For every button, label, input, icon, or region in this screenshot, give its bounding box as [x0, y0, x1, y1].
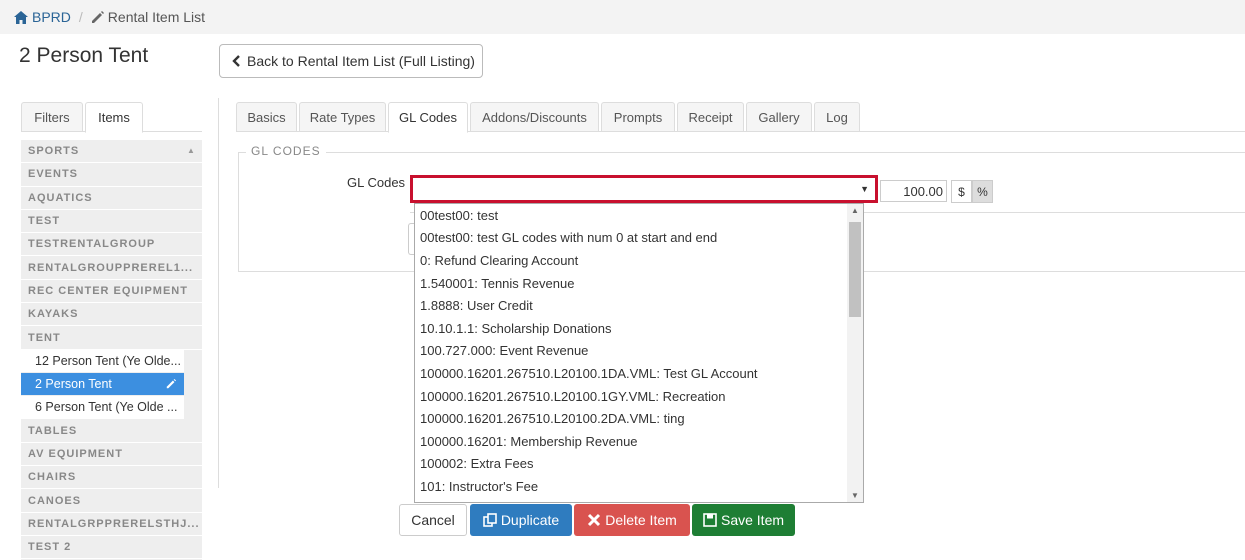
amount-input[interactable] [880, 180, 947, 202]
gl-code-dropdown[interactable]: 00test00: test 00test00: test GL codes w… [414, 203, 864, 503]
close-icon [587, 513, 601, 527]
breadcrumb-home-label: BPRD [32, 9, 71, 25]
copy-icon [483, 513, 497, 527]
gl-code-select[interactable]: ▼ [410, 175, 878, 203]
list-item-6-person-tent[interactable]: 6 Person Tent (Ye Olde ... [21, 396, 184, 420]
list-group-canoes[interactable]: CANOES [21, 489, 202, 513]
dropdown-scroll-thumb[interactable] [849, 222, 861, 317]
dropdown-option[interactable]: 1.8888: User Credit [415, 294, 863, 317]
breadcrumb: BPRD / Rental Item List [0, 0, 1245, 34]
list-group-kayaks[interactable]: KAYAKS [21, 303, 202, 327]
caret-down-icon: ▼ [860, 184, 869, 194]
list-group-rentalgroupprerel1[interactable]: RENTALGROUPPREREL1... [21, 256, 202, 280]
breadcrumb-current-label: Rental Item List [107, 9, 206, 25]
dropdown-option[interactable]: 100000.16201.267510.L20100.1DA.VML: Test… [415, 362, 863, 385]
dropdown-option[interactable]: 1.540001: Tennis Revenue [415, 272, 863, 295]
tab-filters[interactable]: Filters [21, 102, 83, 132]
dropdown-option[interactable]: 100000.16201: Membership Revenue [415, 430, 863, 453]
list-group-events[interactable]: EVENTS [21, 163, 202, 187]
tab-prompts[interactable]: Prompts [601, 102, 675, 132]
scroll-down-arrow-icon[interactable]: ▼ [851, 491, 859, 500]
list-group-rec-center-equipment[interactable]: REC CENTER EQUIPMENT [21, 280, 202, 304]
page-title: 2 Person Tent [19, 44, 149, 67]
list-item-2-person-tent[interactable]: 2 Person Tent [21, 372, 184, 397]
list-group-rentalgrpprerelsthj[interactable]: RENTALGRPPRERELSTHJ... [21, 513, 202, 537]
list-group-test-2[interactable]: TEST 2 [21, 536, 202, 560]
scroll-up-arrow-icon[interactable]: ▲ [851, 206, 859, 215]
breadcrumb-home-link[interactable]: BPRD [14, 9, 71, 25]
unit-dollar-button[interactable]: $ [951, 180, 972, 203]
dropdown-option[interactable]: 101: Instructor's Fee [415, 475, 863, 498]
section-legend: GL CODES [246, 144, 326, 158]
breadcrumb-separator: / [78, 9, 83, 25]
list-scroll-up-icon[interactable]: ▲ [187, 146, 195, 155]
list-item-12-person-tent[interactable]: 12 Person Tent (Ye Olde... [21, 349, 184, 373]
breadcrumb-current: Rental Item List [91, 9, 205, 25]
list-group-chairs[interactable]: CHAIRS [21, 466, 202, 490]
list-group-testrentalgroup[interactable]: TESTRENTALGROUP [21, 233, 202, 257]
pencil-icon [91, 10, 104, 24]
left-panel-tabs: Filters Items [21, 102, 202, 133]
dropdown-option[interactable]: 00test00: test [415, 204, 863, 227]
chevron-left-icon [232, 55, 241, 67]
dropdown-option[interactable]: 100.727.000: Event Revenue [415, 340, 863, 363]
tab-addons-discounts[interactable]: Addons/Discounts [470, 102, 599, 132]
tab-rate-types[interactable]: Rate Types [299, 102, 386, 132]
back-to-list-button[interactable]: Back to Rental Item List (Full Listing) [219, 44, 483, 78]
gl-codes-label: GL Codes [347, 175, 406, 190]
home-icon [14, 10, 28, 24]
dropdown-option[interactable]: 00test00: test GL codes with num 0 at st… [415, 227, 863, 250]
tab-gl-codes[interactable]: GL Codes [388, 102, 468, 133]
tab-gallery[interactable]: Gallery [746, 102, 812, 132]
list-group-aquatics[interactable]: AQUATICS [21, 187, 202, 210]
duplicate-button[interactable]: Duplicate [470, 504, 572, 536]
dropdown-scrollbar[interactable]: ▲ ▼ [847, 204, 863, 502]
edit-pencil-icon[interactable] [166, 379, 176, 389]
tab-basics[interactable]: Basics [236, 102, 297, 132]
list-group-tent[interactable]: TENT [21, 326, 202, 350]
item-tabs: Basics Rate Types GL Codes Addons/Discou… [236, 102, 1245, 133]
save-item-button[interactable]: Save Item [692, 504, 795, 536]
tab-receipt[interactable]: Receipt [677, 102, 744, 132]
delete-item-button[interactable]: Delete Item [574, 504, 690, 536]
dropdown-option[interactable]: 100002: Extra Fees [415, 453, 863, 476]
panel-divider [218, 98, 219, 488]
list-group-test[interactable]: TEST [21, 210, 202, 234]
duplicate-label: Duplicate [500, 512, 560, 528]
list-group-sports[interactable]: SPORTS [21, 140, 202, 164]
dropdown-option[interactable]: 100000.16201.267510.L20100.2DA.VML: ting [415, 407, 863, 430]
back-button-label: Back to Rental Item List (Full Listing) [247, 53, 475, 69]
list-item-label: 2 Person Tent [35, 377, 112, 392]
dropdown-option[interactable]: 10.10.1.1: Scholarship Donations [415, 317, 863, 340]
delete-label: Delete Item [605, 512, 677, 528]
rental-item-list[interactable]: SPORTS EVENTS AQUATICS TEST TESTRENTALGR… [21, 140, 202, 560]
cancel-button[interactable]: Cancel [399, 504, 467, 536]
save-label: Save Item [720, 512, 785, 528]
tab-log[interactable]: Log [814, 102, 860, 132]
tab-items[interactable]: Items [85, 102, 143, 133]
dropdown-option[interactable]: 0: Refund Clearing Account [415, 249, 863, 272]
dropdown-option[interactable]: 100000.16201.267510.L20100.1GY.VML: Recr… [415, 385, 863, 408]
list-group-tables[interactable]: TABLES [21, 420, 202, 443]
unit-percent-button[interactable]: % [972, 180, 993, 203]
floppy-disk-icon [703, 513, 717, 527]
list-group-av-equipment[interactable]: AV EQUIPMENT [21, 443, 202, 467]
